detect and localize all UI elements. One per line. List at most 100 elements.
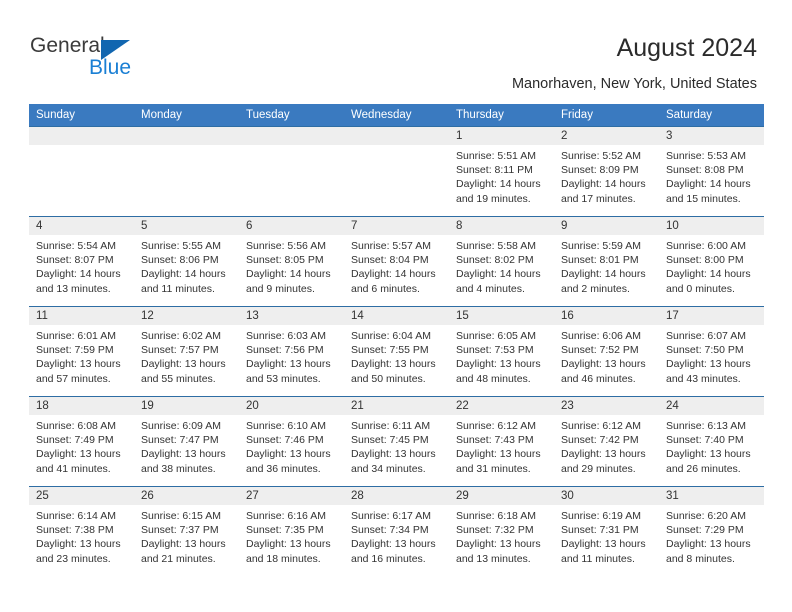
day-number: 13 bbox=[239, 307, 344, 325]
calendar-day-cell[interactable]: 17 Sunrise: 6:07 AM Sunset: 7:50 PM Dayligh… bbox=[659, 306, 764, 397]
daylight-line-cont: and 38 minutes. bbox=[141, 462, 216, 475]
sunrise-line: Sunrise: 6:11 AM bbox=[351, 420, 431, 432]
day-number: 12 bbox=[134, 307, 239, 325]
sunrise-line: Sunrise: 6:06 AM bbox=[561, 330, 641, 342]
calendar-day-cell[interactable]: 23 Sunrise: 6:12 AM Sunset: 7:42 PM Dayligh… bbox=[554, 396, 659, 487]
sunset-line: Sunset: 8:06 PM bbox=[141, 254, 219, 267]
sunset-line: Sunset: 8:01 PM bbox=[561, 254, 639, 267]
calendar-page: General Blue August 2024 Manorhaven, New… bbox=[0, 0, 792, 612]
day-number: 18 bbox=[29, 397, 134, 415]
day-number: 9 bbox=[554, 217, 659, 235]
daylight-line-cont: and 9 minutes. bbox=[246, 282, 315, 295]
calendar-day-cell[interactable]: 11 Sunrise: 6:01 AM Sunset: 7:59 PM Dayligh… bbox=[29, 306, 134, 397]
sunset-line: Sunset: 7:55 PM bbox=[351, 344, 429, 357]
daylight-line: Daylight: 13 hours bbox=[36, 448, 121, 461]
page-header: General Blue August 2024 Manorhaven, New… bbox=[0, 0, 792, 100]
calendar-day-cell[interactable]: 1 Sunrise: 5:51 AM Sunset: 8:11 PM Daylight… bbox=[449, 126, 554, 217]
sun-info: Sunrise: 6:17 AM Sunset: 7:34 PM Daylight:… bbox=[344, 505, 449, 566]
daylight-line: Daylight: 13 hours bbox=[36, 538, 121, 551]
sunset-line: Sunset: 8:04 PM bbox=[351, 254, 429, 267]
daylight-line-cont: and 29 minutes. bbox=[561, 462, 636, 475]
calendar-day-cell[interactable]: 30 Sunrise: 6:19 AM Sunset: 7:31 PM Dayligh… bbox=[554, 486, 659, 577]
calendar-day-cell[interactable]: 12 Sunrise: 6:02 AM Sunset: 7:57 PM Dayligh… bbox=[134, 306, 239, 397]
calendar-day-cell[interactable]: 28 Sunrise: 6:17 AM Sunset: 7:34 PM Dayligh… bbox=[344, 486, 449, 577]
sunset-line: Sunset: 7:47 PM bbox=[141, 434, 219, 447]
sunset-line: Sunset: 7:42 PM bbox=[561, 434, 639, 447]
daylight-line: Daylight: 13 hours bbox=[141, 538, 226, 551]
calendar-day-cell[interactable]: 4 Sunrise: 5:54 AM Sunset: 8:07 PM Daylight… bbox=[29, 216, 134, 307]
calendar-week-row: 25 Sunrise: 6:14 AM Sunset: 7:38 PM Dayligh… bbox=[29, 486, 764, 577]
general-blue-logo[interactable]: General Blue bbox=[30, 34, 210, 82]
weekday-header-friday: Friday bbox=[554, 104, 659, 127]
daylight-line: Daylight: 14 hours bbox=[36, 268, 121, 281]
daylight-line: Daylight: 13 hours bbox=[246, 538, 331, 551]
sun-info: Sunrise: 6:09 AM Sunset: 7:47 PM Daylight:… bbox=[134, 415, 239, 476]
weekday-header-monday: Monday bbox=[134, 104, 239, 127]
calendar-day-cell[interactable]: 27 Sunrise: 6:16 AM Sunset: 7:35 PM Dayligh… bbox=[239, 486, 344, 577]
day-number: 5 bbox=[134, 217, 239, 235]
calendar-day-cell[interactable]: 25 Sunrise: 6:14 AM Sunset: 7:38 PM Dayligh… bbox=[29, 486, 134, 577]
calendar-day-cell[interactable]: 22 Sunrise: 6:12 AM Sunset: 7:43 PM Dayligh… bbox=[449, 396, 554, 487]
calendar-day-cell[interactable]: 24 Sunrise: 6:13 AM Sunset: 7:40 PM Dayligh… bbox=[659, 396, 764, 487]
sunset-line: Sunset: 8:07 PM bbox=[36, 254, 114, 267]
sunrise-line: Sunrise: 5:55 AM bbox=[141, 240, 221, 252]
day-number bbox=[134, 127, 239, 145]
weekday-header-tuesday: Tuesday bbox=[239, 104, 344, 127]
calendar-day-cell[interactable]: 20 Sunrise: 6:10 AM Sunset: 7:46 PM Dayligh… bbox=[239, 396, 344, 487]
calendar-day-cell[interactable]: 2 Sunrise: 5:52 AM Sunset: 8:09 PM Daylight… bbox=[554, 126, 659, 217]
daylight-line-cont: and 41 minutes. bbox=[36, 462, 111, 475]
calendar-day-cell[interactable]: 21 Sunrise: 6:11 AM Sunset: 7:45 PM Dayligh… bbox=[344, 396, 449, 487]
sunset-line: Sunset: 7:45 PM bbox=[351, 434, 429, 447]
calendar-day-cell[interactable]: 14 Sunrise: 6:04 AM Sunset: 7:55 PM Dayligh… bbox=[344, 306, 449, 397]
day-number: 19 bbox=[134, 397, 239, 415]
calendar-day-cell[interactable]: 16 Sunrise: 6:06 AM Sunset: 7:52 PM Dayligh… bbox=[554, 306, 659, 397]
daylight-line: Daylight: 13 hours bbox=[456, 448, 541, 461]
sun-info: Sunrise: 6:20 AM Sunset: 7:29 PM Daylight:… bbox=[659, 505, 764, 566]
sun-info: Sunrise: 6:02 AM Sunset: 7:57 PM Daylight:… bbox=[134, 325, 239, 386]
sunset-line: Sunset: 7:50 PM bbox=[666, 344, 744, 357]
calendar-day-cell[interactable]: 9 Sunrise: 5:59 AM Sunset: 8:01 PM Daylight… bbox=[554, 216, 659, 307]
sunrise-line: Sunrise: 6:14 AM bbox=[36, 510, 116, 522]
sun-info: Sunrise: 6:00 AM Sunset: 8:00 PM Daylight:… bbox=[659, 235, 764, 296]
daylight-line-cont: and 34 minutes. bbox=[351, 462, 426, 475]
sunrise-line: Sunrise: 6:07 AM bbox=[666, 330, 746, 342]
calendar-day-cell[interactable]: 3 Sunrise: 5:53 AM Sunset: 8:08 PM Daylight… bbox=[659, 126, 764, 217]
day-number: 11 bbox=[29, 307, 134, 325]
calendar-day-cell[interactable]: 31 Sunrise: 6:20 AM Sunset: 7:29 PM Dayligh… bbox=[659, 486, 764, 577]
calendar-day-cell[interactable]: 13 Sunrise: 6:03 AM Sunset: 7:56 PM Dayligh… bbox=[239, 306, 344, 397]
day-number: 29 bbox=[449, 487, 554, 505]
calendar-day-cell[interactable]: 26 Sunrise: 6:15 AM Sunset: 7:37 PM Dayligh… bbox=[134, 486, 239, 577]
daylight-line-cont: and 18 minutes. bbox=[246, 552, 321, 565]
daylight-line-cont: and 11 minutes. bbox=[561, 552, 635, 565]
daylight-line: Daylight: 14 hours bbox=[561, 268, 646, 281]
day-number: 16 bbox=[554, 307, 659, 325]
sunrise-line: Sunrise: 5:58 AM bbox=[456, 240, 536, 252]
sunrise-line: Sunrise: 6:20 AM bbox=[666, 510, 746, 522]
calendar-day-cell[interactable]: 6 Sunrise: 5:56 AM Sunset: 8:05 PM Daylight… bbox=[239, 216, 344, 307]
daylight-line-cont: and 46 minutes. bbox=[561, 372, 636, 385]
day-number: 21 bbox=[344, 397, 449, 415]
daylight-line: Daylight: 14 hours bbox=[351, 268, 436, 281]
daylight-line-cont: and 55 minutes. bbox=[141, 372, 216, 385]
sun-info: Sunrise: 6:19 AM Sunset: 7:31 PM Daylight:… bbox=[554, 505, 659, 566]
daylight-line: Daylight: 14 hours bbox=[141, 268, 226, 281]
calendar-day-cell[interactable]: 19 Sunrise: 6:09 AM Sunset: 7:47 PM Dayligh… bbox=[134, 396, 239, 487]
calendar-day-cell[interactable]: 5 Sunrise: 5:55 AM Sunset: 8:06 PM Daylight… bbox=[134, 216, 239, 307]
daylight-line-cont: and 4 minutes. bbox=[456, 282, 525, 295]
day-number: 3 bbox=[659, 127, 764, 145]
calendar-week-row: 1 Sunrise: 5:51 AM Sunset: 8:11 PM Daylight… bbox=[29, 126, 764, 217]
calendar-day-cell[interactable]: 15 Sunrise: 6:05 AM Sunset: 7:53 PM Dayligh… bbox=[449, 306, 554, 397]
calendar-day-cell[interactable]: 10 Sunrise: 6:00 AM Sunset: 8:00 PM Dayligh… bbox=[659, 216, 764, 307]
sun-info: Sunrise: 6:16 AM Sunset: 7:35 PM Daylight:… bbox=[239, 505, 344, 566]
calendar-day-cell[interactable]: 18 Sunrise: 6:08 AM Sunset: 7:49 PM Dayligh… bbox=[29, 396, 134, 487]
day-number: 23 bbox=[554, 397, 659, 415]
calendar-day-cell[interactable]: 29 Sunrise: 6:18 AM Sunset: 7:32 PM Dayligh… bbox=[449, 486, 554, 577]
sunrise-line: Sunrise: 5:51 AM bbox=[456, 150, 536, 162]
calendar-day-cell[interactable]: 8 Sunrise: 5:58 AM Sunset: 8:02 PM Daylight… bbox=[449, 216, 554, 307]
daylight-line-cont: and 8 minutes. bbox=[666, 552, 735, 565]
daylight-line-cont: and 31 minutes. bbox=[456, 462, 531, 475]
daylight-line: Daylight: 14 hours bbox=[666, 268, 751, 281]
sun-info: Sunrise: 5:59 AM Sunset: 8:01 PM Daylight:… bbox=[554, 235, 659, 296]
calendar-day-cell[interactable]: 7 Sunrise: 5:57 AM Sunset: 8:04 PM Daylight… bbox=[344, 216, 449, 307]
sunset-line: Sunset: 7:32 PM bbox=[456, 524, 534, 537]
